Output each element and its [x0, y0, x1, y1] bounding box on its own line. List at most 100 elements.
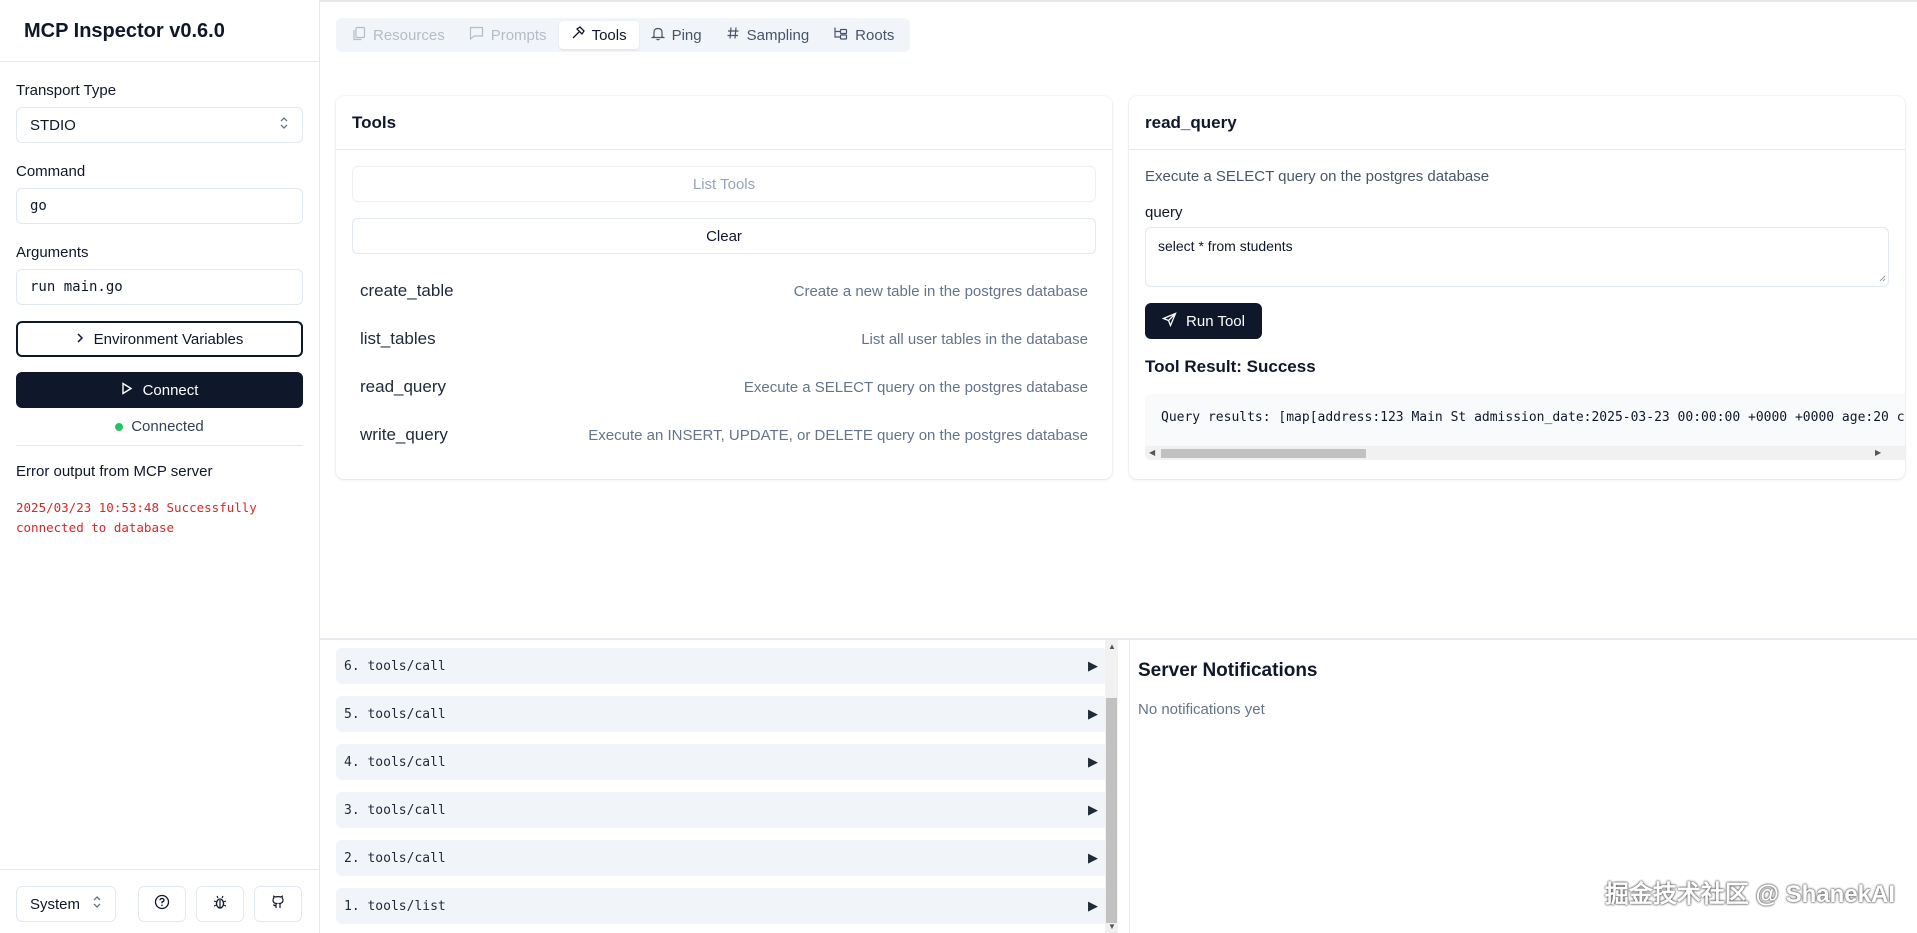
expand-arrow-icon: ▶ — [1088, 802, 1098, 817]
command-value: go — [30, 198, 47, 214]
github-icon — [270, 894, 286, 914]
list-tools-button[interactable]: List Tools — [352, 166, 1096, 202]
tab-resources[interactable]: Resources — [340, 21, 457, 49]
tool-result-title: Tool Result: Success — [1145, 357, 1316, 376]
tab-label: Sampling — [746, 26, 810, 44]
tab-label: Prompts — [490, 26, 547, 44]
result-horizontal-scrollbar[interactable]: ◀ ▶ — [1145, 446, 1905, 460]
history-item[interactable]: 5. tools/call ▶ — [336, 696, 1108, 732]
transport-type-value: STDIO — [30, 116, 76, 134]
arguments-label: Arguments — [16, 244, 89, 261]
tool-detail-panel: read_query Execute a SELECT query on the… — [1129, 96, 1905, 479]
tool-result-box: Query results: [map[address:123 Main St … — [1145, 394, 1905, 460]
tool-detail-title: read_query — [1129, 96, 1905, 150]
history-label: 6. tools/call — [344, 658, 446, 674]
history-label: 2. tools/call — [344, 850, 446, 866]
scroll-left-icon[interactable]: ◀ — [1149, 448, 1155, 457]
theme-select[interactable]: System — [16, 886, 116, 922]
tab-prompts[interactable]: Prompts — [457, 21, 559, 49]
history-item[interactable]: 6. tools/call ▶ — [336, 648, 1108, 684]
history-item[interactable]: 3. tools/call ▶ — [336, 792, 1108, 828]
message-icon — [469, 26, 484, 44]
scrollbar-thumb[interactable] — [1161, 449, 1366, 458]
transport-type-label: Transport Type — [16, 82, 117, 99]
tool-name: read_query — [360, 377, 447, 396]
history-item[interactable]: 2. tools/call ▶ — [336, 840, 1108, 876]
sidebar: MCP Inspector v0.6.0 Transport Type STDI… — [0, 0, 320, 933]
tool-description: Execute an INSERT, UPDATE, or DELETE que… — [588, 426, 1088, 444]
tool-item-write-query[interactable]: write_query Execute an INSERT, UPDATE, o… — [360, 420, 1088, 450]
tab-ping[interactable]: Ping — [639, 21, 714, 49]
connection-status: Connected — [16, 418, 303, 435]
expand-arrow-icon: ▶ — [1088, 706, 1098, 721]
scrollbar-thumb[interactable] — [1106, 698, 1117, 923]
server-notifications-title: Server Notifications — [1138, 660, 1318, 681]
expand-arrow-icon: ▶ — [1088, 754, 1098, 769]
tool-name: list_tables — [360, 329, 436, 348]
top-border — [320, 0, 1917, 2]
watermark: 掘金技术社区 @ ShanekAI — [1604, 881, 1895, 908]
tab-tools[interactable]: Tools — [558, 21, 639, 49]
app-title: MCP Inspector v0.6.0 — [0, 0, 319, 62]
status-dot-icon — [115, 422, 124, 431]
folder-tree-icon — [833, 26, 848, 44]
github-button[interactable] — [254, 886, 302, 922]
connect-label: Connect — [142, 381, 199, 399]
error-output-title: Error output from MCP server — [16, 463, 213, 480]
tool-detail-description: Execute a SELECT query on the postgres d… — [1145, 168, 1490, 185]
help-circle-icon — [154, 894, 170, 914]
arguments-input[interactable]: run main.go — [16, 269, 303, 305]
environment-variables-label: Environment Variables — [93, 330, 244, 348]
arguments-value: run main.go — [30, 279, 123, 295]
expand-arrow-icon: ▶ — [1088, 850, 1098, 865]
history-item[interactable]: 1. tools/list ▶ — [336, 888, 1108, 924]
status-text: Connected — [131, 418, 204, 435]
history-label: 1. tools/list — [344, 898, 446, 914]
tab-label: Tools — [591, 26, 627, 44]
expand-arrow-icon: ▶ — [1088, 658, 1098, 673]
files-icon — [352, 26, 366, 45]
scroll-up-icon[interactable]: ▲ — [1108, 642, 1116, 651]
command-input[interactable]: go — [16, 188, 303, 224]
environment-variables-button[interactable]: Environment Variables — [16, 321, 303, 357]
query-param-label: query — [1145, 204, 1183, 221]
history-label: 5. tools/call — [344, 706, 446, 722]
tool-item-read-query[interactable]: read_query Execute a SELECT query on the… — [360, 372, 1088, 402]
resize-handle-icon[interactable] — [1878, 269, 1886, 285]
history-item[interactable]: 4. tools/call ▶ — [336, 744, 1108, 780]
tab-roots[interactable]: Roots — [821, 21, 906, 49]
tool-item-create-table[interactable]: create_table Create a new table in the p… — [360, 276, 1088, 306]
transport-type-select[interactable]: STDIO — [16, 107, 303, 143]
history-vertical-scrollbar[interactable]: ▲ ▼ — [1105, 640, 1118, 933]
tab-sampling[interactable]: Sampling — [714, 21, 822, 49]
expand-arrow-icon: ▶ — [1088, 898, 1098, 913]
play-icon — [121, 381, 133, 399]
tool-name: write_query — [360, 425, 448, 444]
hash-icon — [726, 26, 740, 44]
tools-panel-title: Tools — [336, 96, 1112, 150]
clear-button[interactable]: Clear — [352, 218, 1096, 254]
sidebar-footer: System — [0, 869, 320, 933]
run-tool-label: Run Tool — [1186, 312, 1245, 330]
tab-label: Roots — [855, 26, 895, 44]
error-output-text: 2025/03/23 10:53:48 Successfully connect… — [16, 500, 257, 535]
request-history: 6. tools/call ▶ 5. tools/call ▶ 4. tools… — [320, 640, 1120, 933]
scroll-right-icon[interactable]: ▶ — [1875, 448, 1881, 457]
command-label: Command — [16, 163, 86, 180]
query-textarea[interactable]: select * from students — [1145, 227, 1889, 287]
help-button[interactable] — [138, 886, 186, 922]
run-tool-button[interactable]: Run Tool — [1145, 303, 1262, 339]
tool-result-text: Query results: [map[address:123 Main St … — [1161, 410, 1905, 425]
hammer-icon — [571, 26, 585, 44]
send-icon — [1161, 311, 1177, 331]
connect-button[interactable]: Connect — [16, 372, 303, 408]
sidebar-divider — [16, 445, 303, 446]
bug-report-button[interactable] — [196, 886, 244, 922]
tab-label: Resources — [373, 26, 445, 44]
scroll-down-icon[interactable]: ▼ — [1108, 922, 1116, 931]
tab-label: Ping — [671, 26, 702, 44]
main-tabs: Resources Prompts Tools Ping Sampling Ro… — [336, 18, 911, 52]
tool-description: List all user tables in the database — [861, 330, 1088, 348]
history-label: 4. tools/call — [344, 754, 446, 770]
tool-item-list-tables[interactable]: list_tables List all user tables in the … — [360, 324, 1088, 354]
